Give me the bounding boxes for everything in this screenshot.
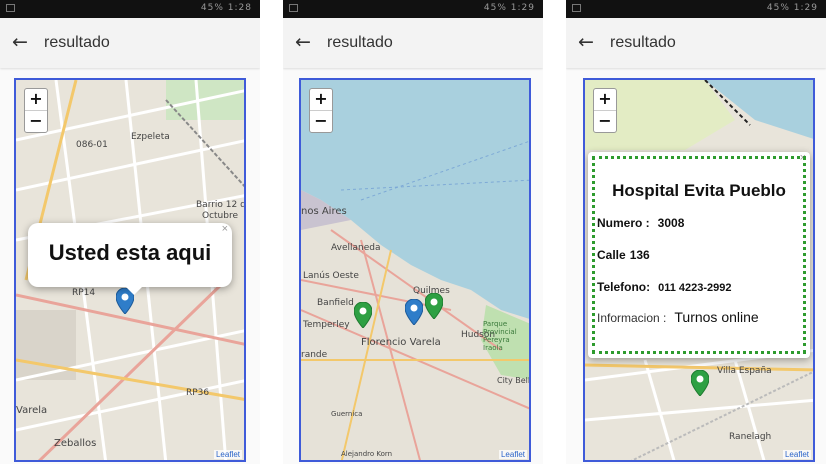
numero-label: Numero : [597,216,650,230]
phone-screen-2: 45% 1:29 ← resultado nos Aires Avellaned… [283,0,543,464]
map-label: RP14 [72,288,96,298]
leaflet-attribution[interactable]: Leaflet [213,450,242,459]
popup-close-icon[interactable]: × [222,223,228,235]
map-label: Florencio Varela [361,337,441,348]
map-label: 086-01 [76,140,108,150]
map-label: Banfield [317,298,354,308]
clock: 1:28 [227,3,252,13]
map-label: Villa España [717,366,772,376]
telefono-label: Telefono: [597,280,651,294]
battery-level: 45% [766,3,790,13]
map-label: Ezpeleta [131,132,170,142]
zoom-control: + − [24,88,48,133]
map-label: nos Aires [301,206,347,217]
info-value: Turnos online [674,309,759,325]
map-label: Lanús Oeste [303,271,359,281]
map-label: Alejandro Korn [341,450,393,458]
calle-row: Calle 136 [597,248,650,262]
calle-label: Calle [597,248,626,262]
leaflet-attribution[interactable]: Leaflet [498,450,527,459]
notification-icon [572,4,581,12]
battery-level: 45% [483,3,507,13]
map-label: Varela [16,405,48,416]
hospital-name: Hospital Evita Pueblo [612,181,786,200]
back-arrow-icon[interactable]: ← [295,31,311,53]
popup-tip [124,285,144,295]
map-label: Avellaneda [331,243,381,253]
map-view[interactable]: Villa España Ranelagh + − × Hospital Evi… [583,78,815,462]
map-label: Ranelagh [729,432,772,442]
page-title: resultado [327,34,393,51]
phone-screen-1: 45% 1:28 ← resultado 086-01 Ezpeleta Bar… [0,0,260,464]
back-arrow-icon[interactable]: ← [12,31,28,53]
map-label: Zeballos [54,438,97,449]
telefono-value: 011 4223-2992 [658,282,732,294]
battery-level: 45% [200,3,224,13]
phone-screen-3: 45% 1:29 ← resultado Villa España Ranela… [566,0,826,464]
telefono-row: Telefono: 011 4223-2992 [597,280,732,294]
notification-icon [289,4,298,12]
clock: 1:29 [793,3,818,13]
page-title: resultado [44,34,110,51]
app-bar: ← resultado [566,18,826,68]
zoom-in-button[interactable]: + [594,89,616,110]
zoom-out-button[interactable]: − [594,110,616,132]
map-label: Parque Provincial Pereyra Iraola [483,320,517,352]
zoom-control: + − [309,88,333,133]
status-bar: 45% 1:29 [283,0,543,18]
map-marker-icon[interactable] [354,302,372,328]
map-label: Guernica [331,410,363,418]
zoom-in-button[interactable]: + [310,89,332,110]
map-view[interactable]: 086-01 Ezpeleta Barrio 12 de Octubre RP1… [14,78,246,462]
location-popup: × Usted esta aqui [28,223,232,295]
map-label: Barrio 12 de [196,200,246,210]
status-bar: 45% 1:29 [566,0,826,18]
map-marker-icon[interactable] [405,299,423,325]
app-bar: ← resultado [0,18,260,68]
popup-content: Hospital Evita Pueblo Numero : 3008 Calle… [592,156,806,354]
zoom-out-button[interactable]: − [310,110,332,132]
clock: 1:29 [510,3,535,13]
map-label: Octubre [202,211,239,221]
page-title: resultado [610,34,676,51]
map-marker-icon[interactable] [425,293,443,319]
calle-value: 136 [629,248,650,262]
map-marker-icon[interactable] [691,370,709,396]
zoom-control: + − [593,88,617,133]
info-label: Informacion : [597,311,667,325]
map-label: City Bell [497,376,531,385]
map-view[interactable]: nos Aires Avellaneda Lanús Oeste Quilmes… [299,78,531,462]
status-bar: 45% 1:28 [0,0,260,18]
zoom-in-button[interactable]: + [25,89,47,110]
numero-value: 3008 [657,216,685,230]
map-label: rande [301,350,328,360]
leaflet-attribution[interactable]: Leaflet [782,450,811,459]
status-time: 45% 1:29 [767,3,818,13]
back-arrow-icon[interactable]: ← [578,31,594,53]
status-time: 45% 1:29 [484,3,535,13]
map-label: RP36 [186,388,210,398]
numero-row: Numero : 3008 [597,216,684,230]
info-row: Informacion : Turnos online [597,309,759,325]
notification-icon [6,4,15,12]
status-time: 45% 1:28 [201,3,252,13]
map-label: Temperley [303,320,350,330]
popup-text: Usted esta aqui [48,240,212,265]
hospital-popup: × Hospital Evita Pueblo Numero :3008 Cal… [588,152,810,358]
zoom-out-button[interactable]: − [25,110,47,132]
app-bar: ← resultado [283,18,543,68]
